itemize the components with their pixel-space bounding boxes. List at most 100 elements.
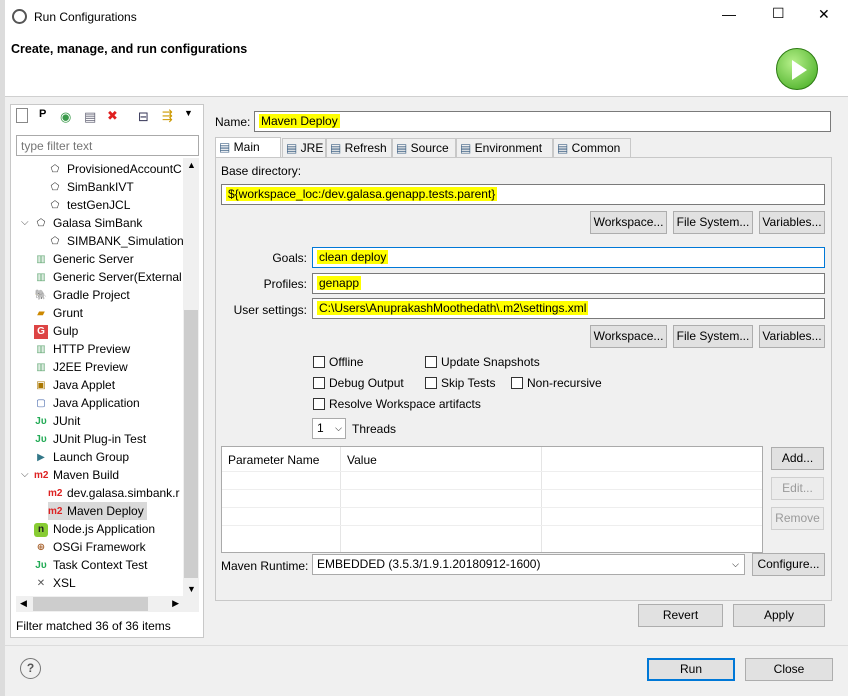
junit-plugin-icon: Jᴜ: [35, 433, 47, 445]
delete-icon[interactable]: ✖: [107, 108, 118, 124]
refresh-icon: ▤: [330, 141, 345, 155]
tree-item[interactable]: ⊕ OSGi Framework: [34, 538, 146, 556]
revert-button[interactable]: Revert: [638, 604, 723, 627]
expand-chevron-icon[interactable]: ⌵: [21, 466, 29, 484]
tab-source[interactable]: ▤ Source: [392, 138, 456, 158]
tree-item[interactable]: ▥ HTTP Preview: [34, 340, 130, 358]
base-file-system-button[interactable]: File System...: [673, 211, 753, 234]
tree-item-label: Launch Group: [53, 450, 130, 464]
menu-chevron-icon[interactable]: ▼: [184, 108, 193, 118]
tab-label: JRE: [300, 141, 324, 155]
filter-icon[interactable]: ⇶: [162, 108, 173, 124]
close-button[interactable]: Close: [745, 658, 833, 681]
tree-item[interactable]: ✕ XSL: [34, 574, 76, 592]
parameters-table[interactable]: Parameter Name Value: [221, 446, 763, 553]
tree-item[interactable]: m2 Maven Deploy: [48, 502, 147, 520]
main-tab-icon: ▤: [219, 140, 234, 154]
maximize-button[interactable]: ☐: [772, 5, 785, 22]
duplicate-icon[interactable]: ◉: [60, 109, 71, 125]
tree-item[interactable]: ▣ Java Applet: [34, 376, 115, 394]
galasa-icon: ⬠: [50, 235, 60, 247]
tree-item[interactable]: Jᴜ JUnit Plug-in Test: [34, 430, 146, 448]
tab-jre[interactable]: ▤ JRE: [282, 138, 326, 158]
tab-environment[interactable]: ▤ Environment: [456, 138, 553, 158]
user-settings-label: User settings:: [233, 303, 307, 317]
common-icon: ▤: [557, 141, 572, 155]
run-button[interactable]: Run: [647, 658, 735, 681]
tree-item[interactable]: ⬠ SIMBANK_Simulation: [48, 232, 183, 250]
tree-item[interactable]: ⌵ m2 Maven Build: [21, 466, 119, 484]
tree-item[interactable]: ⬠ testGenJCL: [48, 196, 131, 214]
add-parameter-button[interactable]: Add...: [771, 447, 824, 470]
tree-item[interactable]: ⌵ ⬠ Galasa SimBank: [21, 214, 142, 232]
maven-runtime-select[interactable]: EMBEDDED (3.5.3/1.9.1.20180912-1600) ⌵: [312, 554, 745, 575]
close-window-button[interactable]: ✕: [818, 6, 830, 23]
tab-common[interactable]: ▤ Common: [553, 138, 631, 158]
filter-input[interactable]: [16, 135, 199, 156]
tree-item[interactable]: ▶ Launch Group: [34, 448, 129, 466]
scrollbar-thumb[interactable]: [184, 310, 198, 578]
tree-item[interactable]: n Node.js Application: [34, 520, 155, 538]
skip-tests-checkbox[interactable]: Skip Tests: [425, 376, 495, 390]
settings-variables-button[interactable]: Variables...: [759, 325, 825, 348]
tree-vertical-scrollbar[interactable]: ▲ ▼: [183, 158, 199, 596]
sidebar-toolbar: P ◉ ▤ ✖ ⊟ ⇶ ▼: [14, 108, 199, 128]
jre-icon: ▤: [286, 141, 301, 155]
environment-icon: ▤: [460, 141, 475, 155]
apply-button[interactable]: Apply: [733, 604, 825, 627]
settings-workspace-button[interactable]: Workspace...: [590, 325, 667, 348]
tree-item[interactable]: ▢ Java Application: [34, 394, 139, 412]
osgi-icon: ⊕: [36, 541, 46, 553]
tree-item[interactable]: ▥ J2EE Preview: [34, 358, 127, 376]
resolve-workspace-checkbox[interactable]: Resolve Workspace artifacts: [313, 397, 481, 411]
remove-parameter-button[interactable]: Remove: [771, 507, 824, 530]
grunt-icon: ▰: [37, 307, 45, 319]
java-applet-icon: ▣: [36, 379, 46, 391]
tree-item[interactable]: ▰ Grunt: [34, 304, 83, 322]
base-variables-button[interactable]: Variables...: [759, 211, 825, 234]
new-configuration-icon[interactable]: [16, 108, 28, 123]
tab-main[interactable]: ▤ Main: [215, 137, 281, 158]
configure-button[interactable]: Configure...: [752, 553, 825, 576]
tree-item[interactable]: ⬠ ProvisionedAccountC: [48, 160, 182, 178]
column-header-parameter-name[interactable]: Parameter Name: [228, 453, 319, 467]
name-input[interactable]: Maven Deploy: [254, 111, 831, 132]
export-icon[interactable]: ▤: [84, 109, 96, 125]
tab-label: Environment: [474, 141, 543, 155]
scrollbar-thumb[interactable]: [33, 597, 148, 611]
threads-label: Threads: [352, 422, 397, 436]
tree-horizontal-scrollbar[interactable]: ◀ ▶: [16, 596, 199, 612]
user-settings-input[interactable]: C:\Users\AnuprakashMoothedath\.m2\settin…: [312, 298, 825, 319]
tree-item[interactable]: m2 dev.galasa.simbank.r: [48, 484, 180, 502]
settings-file-system-button[interactable]: File System...: [673, 325, 753, 348]
tree-item[interactable]: G Gulp: [34, 322, 78, 340]
new-prototype-icon[interactable]: P: [39, 108, 46, 120]
threads-select[interactable]: 1 ⌵: [312, 418, 346, 439]
base-workspace-button[interactable]: Workspace...: [590, 211, 667, 234]
update-snapshots-checkbox[interactable]: Update Snapshots: [425, 355, 540, 369]
profiles-input[interactable]: genapp: [312, 273, 825, 294]
junit-icon: Jᴜ: [35, 559, 47, 571]
offline-checkbox[interactable]: Offline: [313, 355, 363, 369]
tab-refresh[interactable]: ▤ Refresh: [326, 138, 392, 158]
expand-chevron-icon[interactable]: ⌵: [21, 214, 29, 232]
tree-item[interactable]: ⬠ SimBankIVT: [48, 178, 134, 196]
minimize-button[interactable]: —: [722, 6, 736, 22]
help-button[interactable]: ?: [20, 658, 41, 679]
tree-item-label: JUnit: [53, 414, 81, 428]
tree-item[interactable]: 🐘 Gradle Project: [34, 286, 130, 304]
help-icon: ?: [26, 661, 35, 675]
tree-item[interactable]: ▥ Generic Server: [34, 250, 133, 268]
tree-item[interactable]: ▥ Generic Server(External l: [34, 268, 183, 286]
tree-item-label: Node.js Application: [53, 522, 156, 536]
tree-item[interactable]: Jᴜ JUnit: [34, 412, 80, 430]
non-recursive-checkbox[interactable]: Non-recursive: [511, 376, 602, 390]
edit-parameter-button[interactable]: Edit...: [771, 477, 824, 500]
debug-output-checkbox[interactable]: Debug Output: [313, 376, 404, 390]
base-directory-input[interactable]: ${workspace_loc:/dev.galasa.genapp.tests…: [221, 184, 825, 205]
collapse-all-icon[interactable]: ⊟: [138, 109, 149, 125]
column-header-value[interactable]: Value: [347, 453, 377, 467]
tree-item[interactable]: Jᴜ Task Context Test: [34, 556, 147, 574]
tree-item-label: OSGi Framework: [53, 540, 146, 554]
goals-input[interactable]: clean deploy: [312, 247, 825, 268]
